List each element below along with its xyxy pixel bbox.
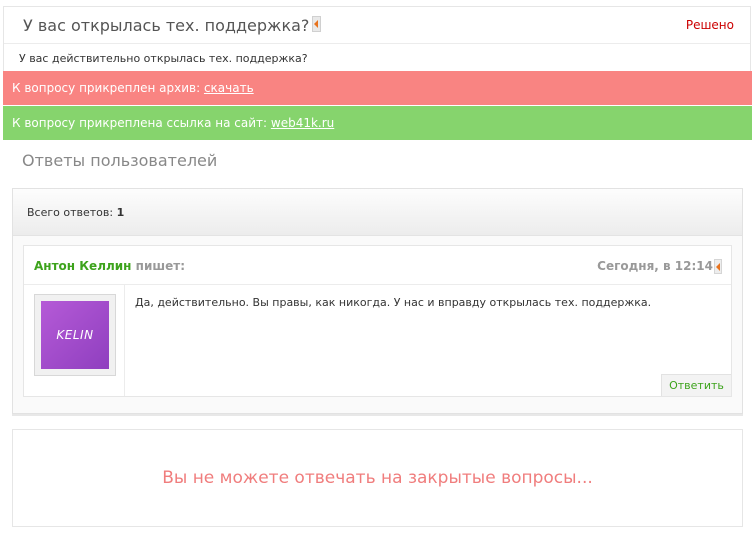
- arrow-left-icon[interactable]: [714, 259, 722, 274]
- answers-count: Всего ответов: 1: [27, 206, 124, 219]
- question-body: У вас действительно открылась тех. подде…: [19, 52, 308, 65]
- closed-notice-box: Вы не можете отвечать на закрытые вопрос…: [12, 429, 743, 527]
- post-header: Антон Келлин пишет: Сегодня, в 12:14: [24, 246, 731, 285]
- answers-header: Всего ответов: 1: [13, 189, 742, 236]
- archive-label: К вопросу прикреплен архив:: [12, 81, 201, 95]
- answer-post: Антон Келлин пишет: Сегодня, в 12:14 KEL…: [23, 245, 732, 397]
- status-badge: Решено: [685, 18, 734, 32]
- answers-count-label: Всего ответов:: [27, 206, 114, 219]
- post-author: Антон Келлин пишет:: [34, 259, 185, 273]
- post-sidebar: KELIN: [24, 285, 125, 396]
- post-date: Сегодня, в 12:14: [597, 259, 713, 273]
- answers-count-value: 1: [116, 206, 125, 219]
- arrow-left-icon[interactable]: [312, 16, 322, 32]
- question-title: У вас открылась тех. поддержка?: [23, 16, 322, 35]
- question-box: У вас открылась тех. поддержка? Решено У…: [3, 6, 751, 71]
- site-link-bar: К вопросу прикреплена ссылка на сайт: we…: [3, 106, 752, 140]
- question-header: У вас открылась тех. поддержка? Решено: [4, 7, 750, 44]
- post-text: Да, действительно. Вы правы, как никогда…: [135, 296, 652, 309]
- download-link[interactable]: скачать: [204, 81, 254, 95]
- answers-box: Всего ответов: 1 Антон Келлин пишет: Сег…: [12, 188, 743, 414]
- question-title-text: У вас открылась тех. поддержка?: [23, 16, 310, 35]
- site-link[interactable]: web41k.ru: [271, 116, 334, 130]
- answers-title: Ответы пользователей: [22, 151, 218, 170]
- avatar-image: KELIN: [41, 301, 109, 369]
- avatar: KELIN: [34, 294, 116, 376]
- reply-button[interactable]: Ответить: [661, 374, 731, 396]
- site-label: К вопросу прикреплена ссылка на сайт:: [12, 116, 268, 130]
- author-name[interactable]: Антон Келлин: [34, 259, 131, 273]
- author-verb: пишет:: [135, 259, 186, 273]
- closed-notice: Вы не можете отвечать на закрытые вопрос…: [162, 468, 593, 488]
- archive-attachment-bar: К вопросу прикреплен архив: скачать: [3, 71, 752, 105]
